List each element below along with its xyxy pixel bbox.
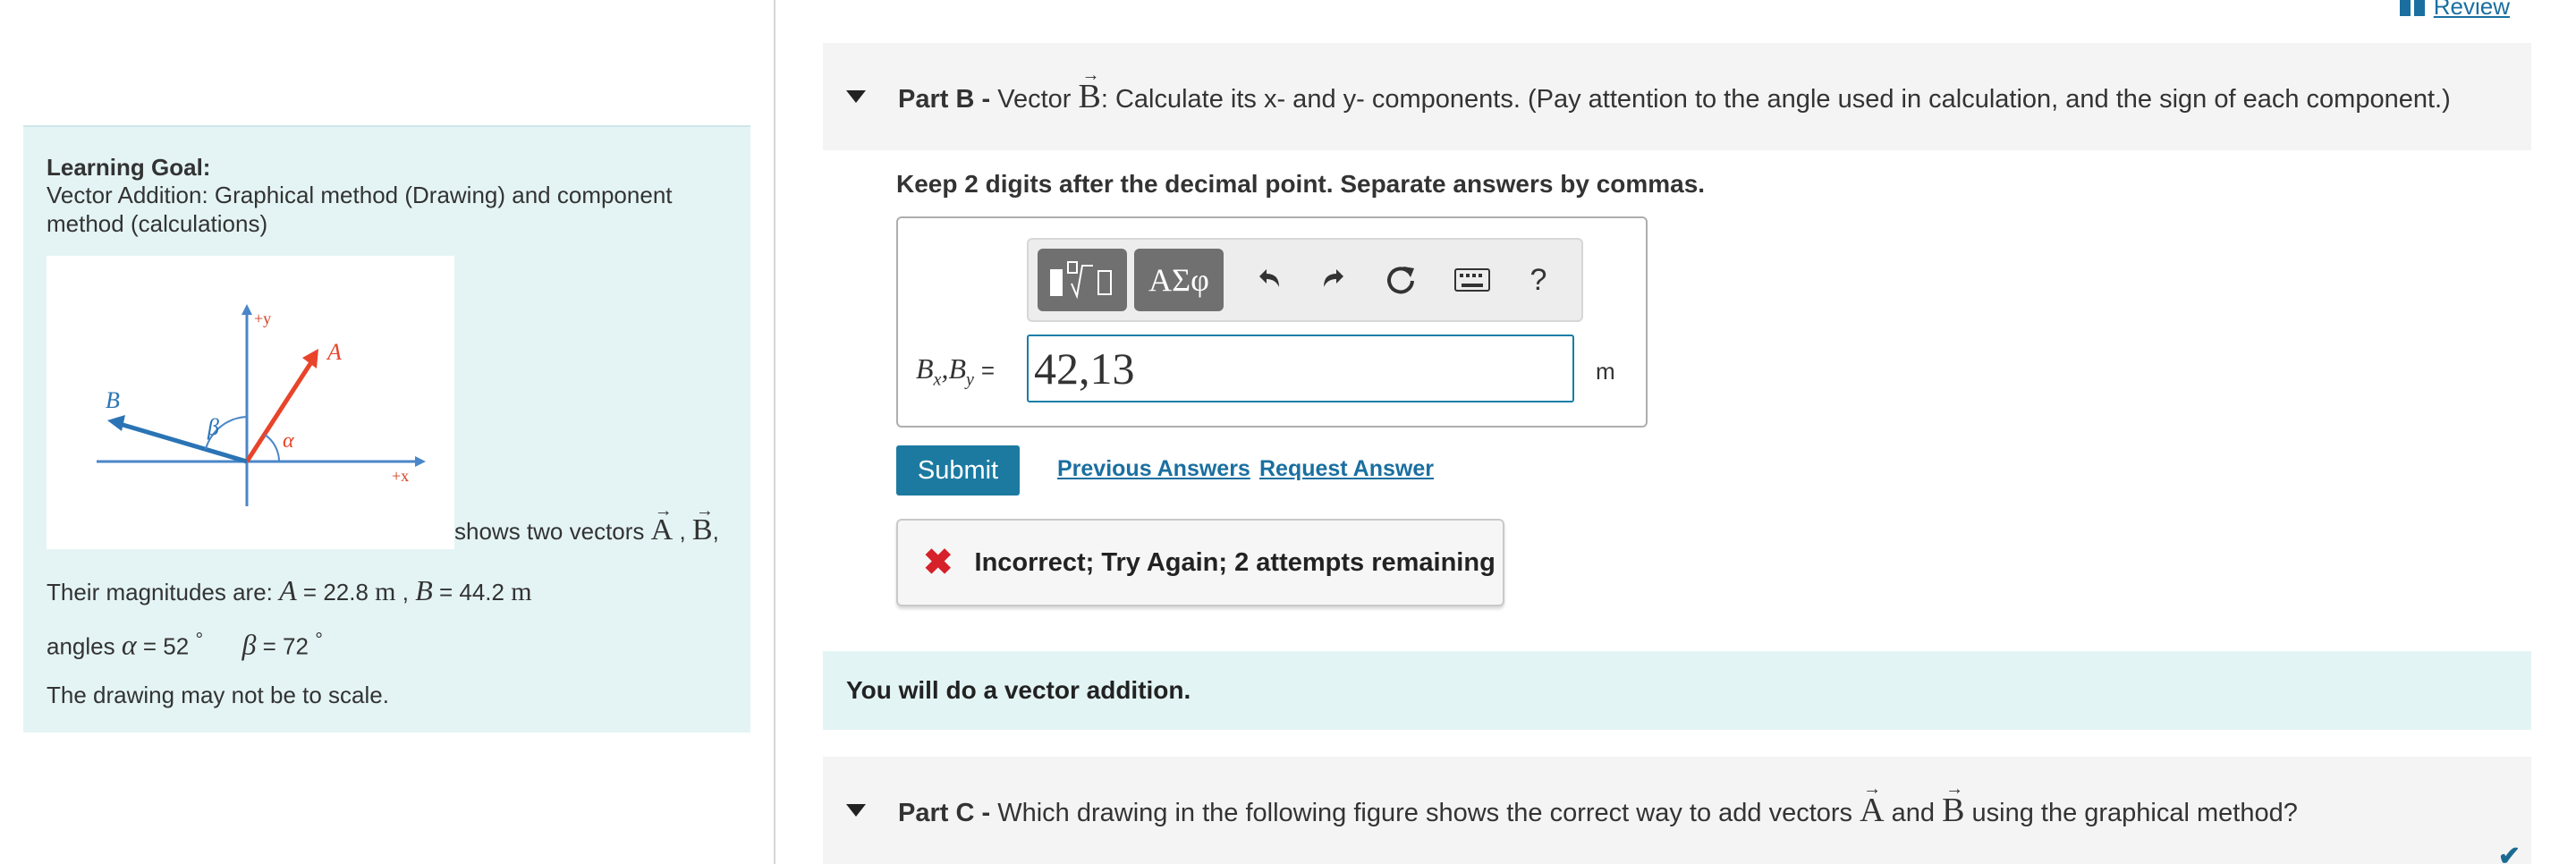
math-toolbar: ΑΣφ ?: [1027, 238, 1583, 322]
check-icon: ✔: [2497, 842, 2521, 864]
caption-separator-end: ,: [712, 518, 719, 545]
keyboard-icon[interactable]: [1445, 249, 1499, 311]
help-icon[interactable]: ?: [1512, 249, 1565, 311]
part-b-text-after: : Calculate its x- and y- components. (P…: [1100, 85, 2451, 114]
previous-answers-link[interactable]: Previous Answers: [1057, 456, 1250, 482]
caption-vector-b: → B: [691, 501, 714, 546]
vector-figure: +y +x A B α β: [47, 256, 454, 549]
part-b-title: Part B - Vector → B: Calculate its x- and…: [898, 65, 2451, 116]
part-b-header[interactable]: Part B - Vector → B: Calculate its x- and…: [823, 43, 2531, 150]
info-banner: You will do a vector addition.: [823, 651, 2531, 730]
plus-x-label: +x: [392, 467, 409, 485]
book-icon: [2399, 0, 2425, 16]
part-b-text-before: Vector: [997, 85, 1072, 114]
template-button[interactable]: [1038, 249, 1127, 311]
submit-button[interactable]: Submit: [896, 445, 1020, 496]
request-answer-link[interactable]: Request Answer: [1259, 456, 1434, 482]
magnitudes-prefix: Their magnitudes are:: [47, 579, 273, 606]
mag-a-unit: m: [375, 577, 396, 606]
column-divider: [774, 0, 775, 864]
vector-a-label: A: [326, 339, 342, 365]
plus-y-label: +y: [254, 309, 271, 327]
vector-diagram: +y +x A B α β: [97, 304, 426, 506]
instruction-text: Keep 2 digits after the decimal point. S…: [896, 170, 1706, 198]
part-c-title: Part C - Which drawing in the following …: [898, 779, 2298, 830]
scale-note: The drawing may not be to scale.: [47, 682, 389, 708]
y-axis-arrowhead: [242, 304, 252, 315]
mag-b-value: = 44.2: [432, 579, 504, 606]
unit-label: m: [1596, 358, 1615, 385]
mag-a-value: = 22.8: [296, 579, 369, 606]
answer-box: ΑΣφ ? Bx,By = 42,13 m: [896, 216, 1648, 428]
caption-separator: ,: [679, 518, 686, 545]
alpha-value: = 52: [136, 632, 190, 660]
mag-separator: ,: [402, 579, 409, 606]
learning-goal-title: Learning Goal:: [47, 154, 211, 181]
part-c-label: Part C -: [898, 799, 991, 827]
part-b-label: Part B -: [898, 85, 991, 114]
x-axis-arrowhead: [415, 456, 426, 467]
part-c-and: and: [1891, 799, 1936, 827]
caret-down-icon[interactable]: [846, 90, 866, 103]
equation-label: Bx,By =: [916, 352, 996, 390]
alpha-degree: °: [195, 628, 204, 650]
caption-prefix: shows two vectors: [454, 518, 645, 545]
alpha-symbol: α: [121, 628, 137, 661]
beta-symbol: β: [242, 628, 257, 661]
alpha-arc: [264, 434, 281, 462]
undo-icon[interactable]: [1241, 249, 1295, 311]
caret-down-icon[interactable]: [846, 804, 866, 817]
review-label[interactable]: Review: [2434, 0, 2510, 21]
answer-input[interactable]: 42,13: [1027, 335, 1574, 402]
equals-sign: =: [980, 357, 996, 384]
template-icon: [1050, 261, 1112, 300]
greek-symbols-button[interactable]: ΑΣφ: [1134, 249, 1224, 311]
beta-label: β: [207, 414, 219, 440]
learning-goal-text: Vector Addition: Graphical method (Drawi…: [47, 182, 673, 237]
mag-a-symbol: A: [279, 574, 297, 606]
mag-b-unit: m: [511, 577, 532, 606]
learning-goal-panel: Learning Goal: Vector Addition: Graphica…: [23, 125, 750, 733]
part-b-vector: → B: [1078, 65, 1101, 115]
part-c-text-before: Which drawing in the following figure sh…: [997, 799, 1853, 827]
part-c-header[interactable]: Part C - Which drawing in the following …: [823, 757, 2531, 864]
review-link[interactable]: Review: [2399, 0, 2510, 21]
mag-b-symbol: B: [415, 574, 433, 606]
magnitudes-line: Their magnitudes are: A = 22.8 m , B = 4…: [47, 574, 532, 607]
vector-b-line: [119, 421, 248, 464]
figure-caption: shows two vectors → A , → B,: [454, 501, 719, 547]
feedback-text: Incorrect; Try Again; 2 attempts remaini…: [974, 547, 1496, 577]
vector-b-arrowhead: [107, 415, 125, 431]
angles-line: angles α = 52 ° β = 72 °: [47, 628, 323, 662]
x-mark-icon: ✖: [923, 543, 953, 582]
angles-prefix: angles: [47, 632, 115, 660]
alpha-label: α: [283, 429, 294, 453]
beta-degree: °: [315, 628, 323, 650]
info-text: You will do a vector addition.: [846, 676, 1191, 704]
caption-vector-a: → A: [650, 501, 674, 546]
redo-icon[interactable]: [1308, 249, 1361, 311]
part-c-text-after: using the graphical method?: [1971, 799, 2298, 827]
feedback-box: ✖ Incorrect; Try Again; 2 attempts remai…: [896, 519, 1504, 606]
beta-value: = 72: [256, 632, 309, 660]
part-c-vector-b: → B: [1942, 779, 1965, 829]
part-c-vector-a: → A: [1860, 779, 1885, 829]
reset-icon[interactable]: [1374, 249, 1428, 311]
vector-a-line: [244, 358, 316, 463]
vector-b-label: B: [106, 387, 120, 413]
